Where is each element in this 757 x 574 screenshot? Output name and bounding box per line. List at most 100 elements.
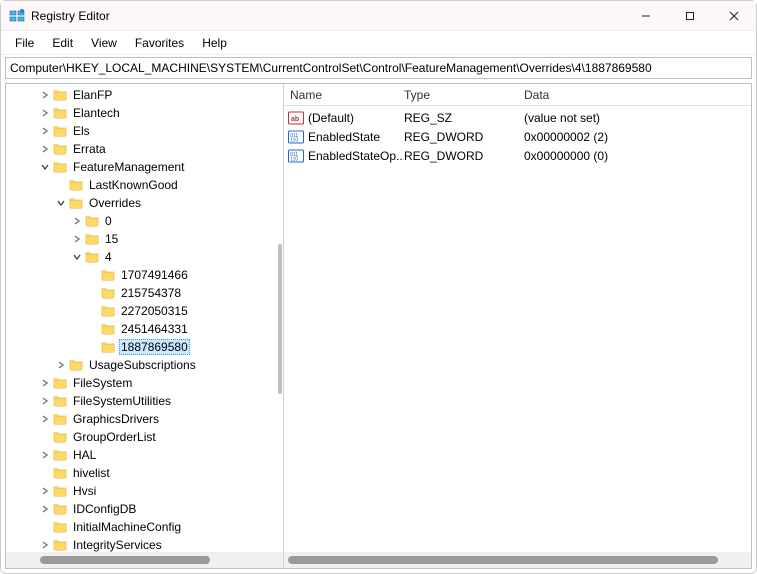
value-data: (value not set) [524, 111, 751, 125]
column-header-data[interactable]: Data [524, 88, 751, 102]
tree-item[interactable]: UsageSubscriptions [6, 356, 283, 374]
tree-item[interactable]: ElanFP [6, 86, 283, 104]
menu-bar: File Edit View Favorites Help [1, 31, 756, 55]
list-row[interactable]: EnabledStateREG_DWORD0x00000002 (2) [284, 127, 751, 146]
tree-vertical-scrollbar[interactable] [278, 244, 282, 394]
tree-item[interactable]: IDConfigDB [6, 500, 283, 518]
folder-icon [84, 232, 100, 246]
chevron-right-icon[interactable] [38, 88, 52, 102]
folder-icon [84, 214, 100, 228]
chevron-right-icon[interactable] [38, 448, 52, 462]
tree-item-label: 2451464331 [119, 322, 190, 336]
tree-item[interactable]: Overrides [6, 194, 283, 212]
chevron-down-icon[interactable] [54, 196, 68, 210]
chevron-right-icon[interactable] [38, 142, 52, 156]
chevron-right-icon[interactable] [38, 124, 52, 138]
menu-edit[interactable]: Edit [44, 34, 81, 52]
regedit-icon [9, 8, 25, 24]
chevron-right-icon[interactable] [38, 376, 52, 390]
folder-icon [100, 286, 116, 300]
menu-favorites[interactable]: Favorites [127, 34, 192, 52]
tree-item-label: Errata [71, 142, 108, 156]
tree-item[interactable]: 1887869580 [6, 338, 283, 356]
tree-item-label: hivelist [71, 466, 112, 480]
tree-item[interactable]: Elantech [6, 104, 283, 122]
folder-icon [52, 160, 68, 174]
tree-item[interactable]: Errata [6, 140, 283, 158]
tree-item[interactable]: 0 [6, 212, 283, 230]
maximize-button[interactable] [668, 1, 712, 31]
list-horizontal-scrollbar[interactable] [284, 552, 751, 568]
folder-icon [52, 394, 68, 408]
menu-view[interactable]: View [83, 34, 125, 52]
tree-item-label: Els [71, 124, 92, 138]
binary-value-icon [288, 148, 304, 164]
chevron-down-icon[interactable] [70, 250, 84, 264]
folder-icon [100, 268, 116, 282]
tree-item[interactable]: GroupOrderList [6, 428, 283, 446]
folder-icon [68, 178, 84, 192]
folder-icon [52, 412, 68, 426]
chevron-right-icon[interactable] [38, 484, 52, 498]
tree-item[interactable]: FeatureManagement [6, 158, 283, 176]
menu-help[interactable]: Help [194, 34, 235, 52]
chevron-right-icon[interactable] [38, 106, 52, 120]
tree-pane[interactable]: ElanFP Elantech Els Errata FeatureManagement… [6, 84, 284, 568]
tree-item[interactable]: IntegrityServices [6, 536, 283, 552]
tree-item-label: 1707491466 [119, 268, 190, 282]
chevron-right-icon[interactable] [70, 214, 84, 228]
chevron-right-icon[interactable] [70, 232, 84, 246]
folder-icon [100, 322, 116, 336]
address-bar[interactable]: Computer\HKEY_LOCAL_MACHINE\SYSTEM\Curre… [5, 57, 752, 79]
tree-item-label: 1887869580 [119, 339, 190, 355]
list-row[interactable]: (Default)REG_SZ(value not set) [284, 108, 751, 127]
folder-icon [52, 502, 68, 516]
tree-item-label: 15 [103, 232, 120, 246]
folder-icon [84, 250, 100, 264]
tree-item-label: 2272050315 [119, 304, 190, 318]
minimize-button[interactable] [624, 1, 668, 31]
chevron-right-icon[interactable] [38, 394, 52, 408]
column-header-type[interactable]: Type [404, 88, 524, 102]
tree-item-label: 0 [103, 214, 114, 228]
folder-icon [68, 358, 84, 372]
tree-item[interactable]: Els [6, 122, 283, 140]
tree-horizontal-scrollbar[interactable] [6, 552, 283, 568]
value-data: 0x00000000 (0) [524, 149, 751, 163]
no-expander [38, 430, 52, 444]
no-expander [86, 286, 100, 300]
menu-file[interactable]: File [7, 34, 42, 52]
tree-item[interactable]: FileSystem [6, 374, 283, 392]
address-text: Computer\HKEY_LOCAL_MACHINE\SYSTEM\Curre… [10, 61, 652, 75]
folder-icon [68, 196, 84, 210]
list-header[interactable]: Name Type Data [284, 84, 751, 106]
tree-item[interactable]: 4 [6, 248, 283, 266]
tree-item[interactable]: InitialMachineConfig [6, 518, 283, 536]
close-button[interactable] [712, 1, 756, 31]
tree-item-label: IntegrityServices [71, 538, 164, 552]
tree-item[interactable]: LastKnownGood [6, 176, 283, 194]
tree-item[interactable]: 1707491466 [6, 266, 283, 284]
tree-item[interactable]: Hvsi [6, 482, 283, 500]
tree-item[interactable]: GraphicsDrivers [6, 410, 283, 428]
list-pane[interactable]: Name Type Data (Default)REG_SZ(value not… [284, 84, 751, 568]
tree-item[interactable]: hivelist [6, 464, 283, 482]
column-header-name[interactable]: Name [284, 88, 404, 102]
folder-icon [52, 88, 68, 102]
tree-item-label: GraphicsDrivers [71, 412, 161, 426]
tree-item-label: ElanFP [71, 88, 114, 102]
chevron-right-icon[interactable] [38, 538, 52, 552]
tree-item-label: 215754378 [119, 286, 183, 300]
list-row[interactable]: EnabledStateOp...REG_DWORD0x00000000 (0) [284, 146, 751, 165]
chevron-right-icon[interactable] [38, 502, 52, 516]
tree-item[interactable]: 15 [6, 230, 283, 248]
tree-item[interactable]: 2272050315 [6, 302, 283, 320]
chevron-right-icon[interactable] [54, 358, 68, 372]
tree-item[interactable]: 215754378 [6, 284, 283, 302]
tree-item[interactable]: HAL [6, 446, 283, 464]
chevron-down-icon[interactable] [38, 160, 52, 174]
tree-item[interactable]: 2451464331 [6, 320, 283, 338]
tree-item[interactable]: FileSystemUtilities [6, 392, 283, 410]
chevron-right-icon[interactable] [38, 412, 52, 426]
tree-item-label: UsageSubscriptions [87, 358, 198, 372]
